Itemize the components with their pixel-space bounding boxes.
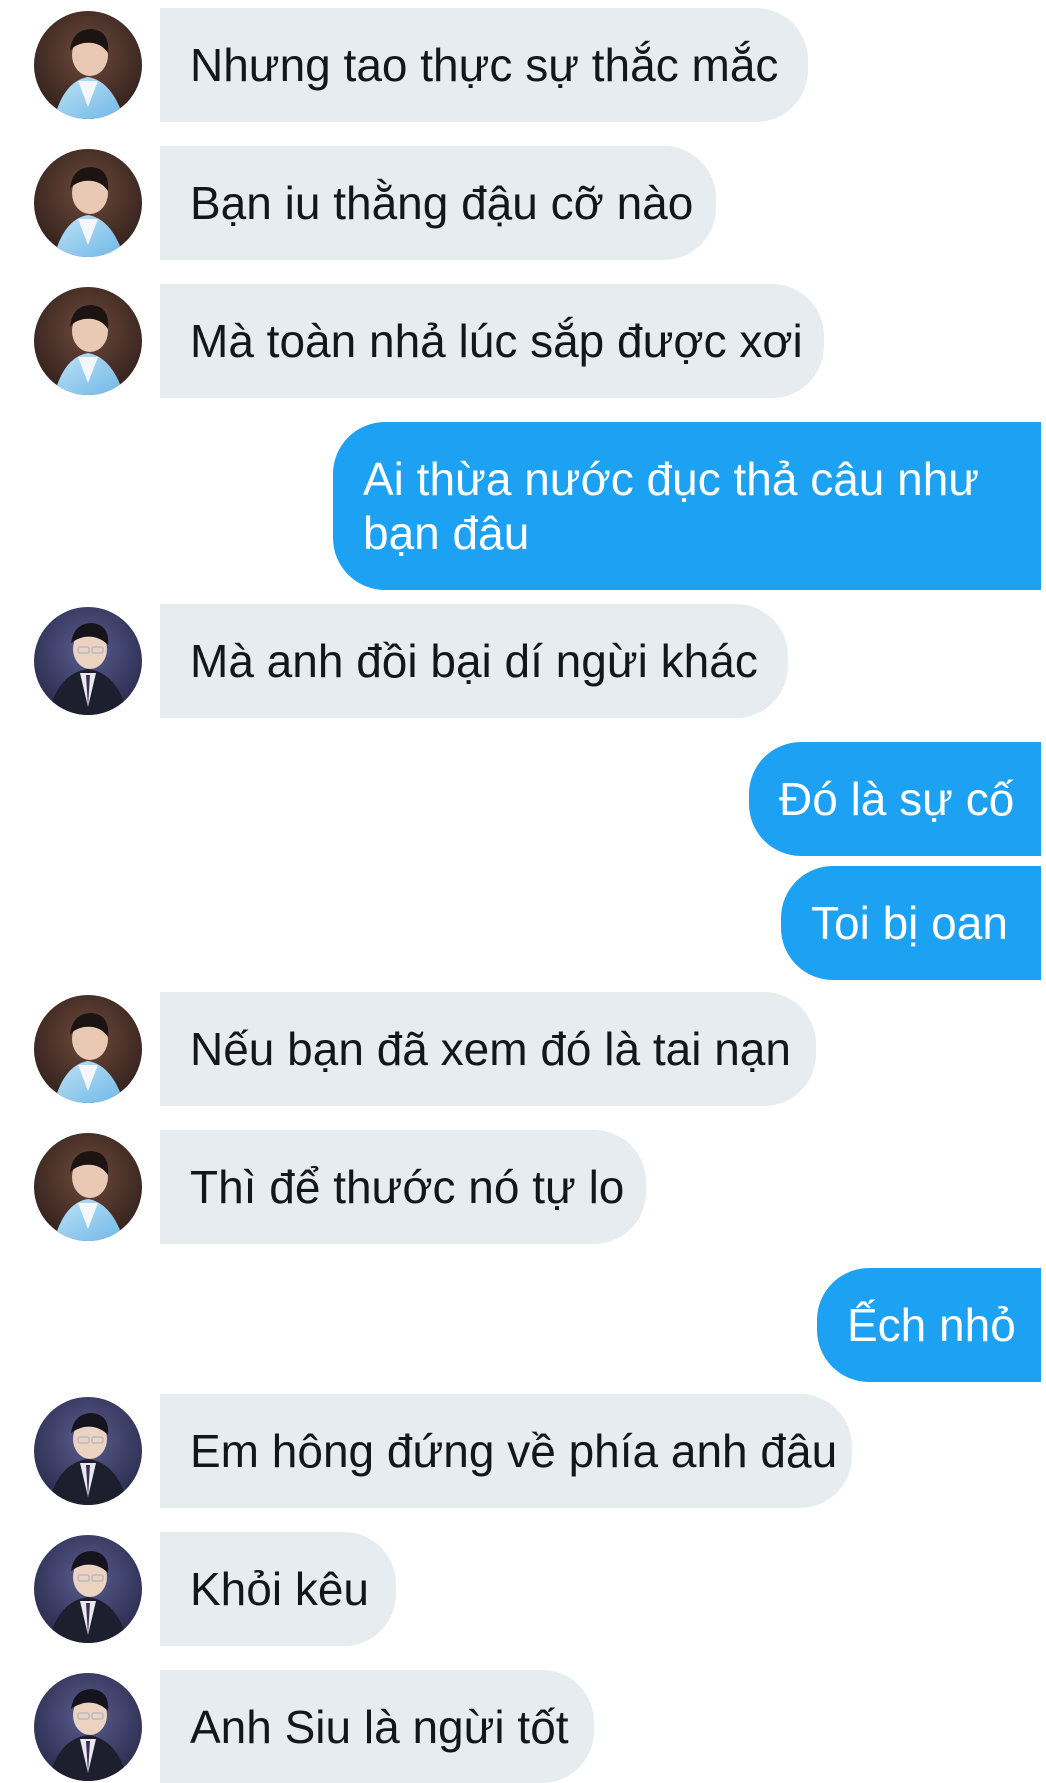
- contact-avatar-icon[interactable]: [34, 1397, 142, 1505]
- contact-avatar-icon[interactable]: [34, 1535, 142, 1643]
- outgoing-message-bubble: Đó là sự cố: [749, 742, 1041, 856]
- incoming-message-bubble: Mà anh đồi bại dí ngừi khác: [160, 604, 788, 718]
- outgoing-message-bubble: Ai thừa nước đục thả câu như bạn đâu: [333, 422, 1041, 590]
- message-row: Nhưng tao thực sự thắc mắc: [0, 8, 1046, 122]
- incoming-message-bubble: Bạn iu thằng đậu cỡ nào: [160, 146, 716, 260]
- message-row: Anh Siu là ngừi tốt: [0, 1670, 1046, 1783]
- incoming-message-bubble: Anh Siu là ngừi tốt: [160, 1670, 594, 1783]
- message-row: Mà toàn nhả lúc sắp được xơi: [0, 284, 1046, 398]
- message-row: Khỏi kêu: [0, 1532, 1046, 1646]
- message-row: Thì để thước nó tự lo: [0, 1130, 1046, 1244]
- outgoing-message-bubble: Ếch nhỏ: [817, 1268, 1041, 1382]
- incoming-message-bubble: Nếu bạn đã xem đó là tai nạn: [160, 992, 816, 1106]
- incoming-message-bubble: Khỏi kêu: [160, 1532, 396, 1646]
- message-row: Nếu bạn đã xem đó là tai nạn: [0, 992, 1046, 1106]
- contact-avatar-icon[interactable]: [34, 1133, 142, 1241]
- message-row: Mà anh đồi bại dí ngừi khác: [0, 604, 1046, 718]
- message-row: Ếch nhỏ: [0, 1268, 1046, 1382]
- message-row: Đó là sự cố: [0, 742, 1046, 856]
- contact-avatar-icon[interactable]: [34, 11, 142, 119]
- message-row: Bạn iu thằng đậu cỡ nào: [0, 146, 1046, 260]
- outgoing-message-bubble: Toi bị oan: [781, 866, 1041, 980]
- incoming-message-bubble: Em hông đứng về phía anh đâu: [160, 1394, 852, 1508]
- incoming-message-bubble: Thì để thước nó tự lo: [160, 1130, 646, 1244]
- message-row: Ai thừa nước đục thả câu như bạn đâu: [0, 422, 1046, 590]
- contact-avatar-icon[interactable]: [34, 287, 142, 395]
- message-row: Em hông đứng về phía anh đâu: [0, 1394, 1046, 1508]
- incoming-message-bubble: Nhưng tao thực sự thắc mắc: [160, 8, 808, 122]
- contact-avatar-icon[interactable]: [34, 995, 142, 1103]
- contact-avatar-icon[interactable]: [34, 1673, 142, 1781]
- message-row: Toi bị oan: [0, 866, 1046, 980]
- contact-avatar-icon[interactable]: [34, 607, 142, 715]
- contact-avatar-icon[interactable]: [34, 149, 142, 257]
- incoming-message-bubble: Mà toàn nhả lúc sắp được xơi: [160, 284, 824, 398]
